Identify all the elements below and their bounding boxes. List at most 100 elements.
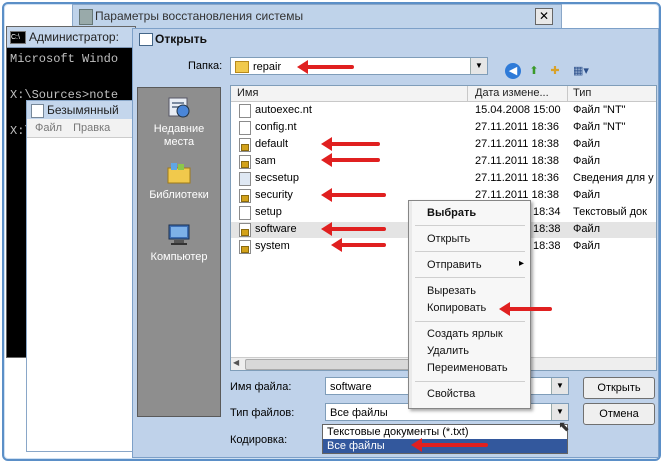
file-date: 27.11.2011 18:38 <box>475 155 560 167</box>
file-type: Файл <box>573 189 601 201</box>
locked-file-icon <box>239 138 251 152</box>
place-computer[interactable]: Компьютер <box>138 222 220 264</box>
file-name: setup <box>255 206 282 218</box>
locked-file-icon <box>239 240 251 254</box>
open-button[interactable]: Открыть <box>583 377 655 399</box>
notepad-menubar[interactable]: Файл Правка <box>27 119 135 138</box>
menu-item-delete[interactable]: Удалить <box>427 345 469 357</box>
menu-item-select[interactable]: Выбрать <box>427 207 476 219</box>
system-restore-title: Параметры восстановления системы <box>95 9 304 23</box>
menu-separator <box>415 277 525 278</box>
view-menu-icon[interactable]: ▦▾ <box>569 63 593 79</box>
menu-item-cut[interactable]: Вырезать <box>427 285 476 297</box>
scrollbar-thumb[interactable] <box>245 359 417 370</box>
file-list-header: Имя Дата измене... Тип <box>231 86 656 102</box>
locked-file-icon <box>239 223 251 237</box>
filetype-dropdown-list[interactable]: Текстовые документы (*.txt) Все файлы <box>322 424 568 454</box>
filename-label: Имя файла: <box>230 381 292 393</box>
menu-item-create-shortcut[interactable]: Создать ярлык <box>427 328 503 340</box>
column-type[interactable]: Тип <box>573 87 591 99</box>
file-type: Файл <box>573 155 601 167</box>
up-folder-icon[interactable]: ⬆ <box>526 63 542 79</box>
menu-separator <box>415 381 525 382</box>
menu-gutter <box>409 201 412 408</box>
menu-item-copy[interactable]: Копировать <box>427 302 486 314</box>
settings-file-icon <box>239 172 251 186</box>
folder-value: repair <box>253 61 282 73</box>
file-row[interactable]: config.nt 27.11.2011 18:36 Файл "NT" <box>231 120 656 136</box>
annotation-arrow <box>321 188 386 202</box>
place-recent[interactable]: Недавние места <box>138 94 220 149</box>
menu-separator <box>415 225 525 226</box>
file-date: 27.11.2011 18:36 <box>475 172 560 184</box>
notepad-icon <box>31 104 44 118</box>
context-menu: Выбрать Открыть Отправить ▸ Вырезать Коп… <box>408 200 531 409</box>
menu-item-rename[interactable]: Переименовать <box>427 362 508 374</box>
file-type: Текстовый док <box>573 206 647 218</box>
close-icon[interactable]: ✕ <box>535 8 553 25</box>
column-divider <box>467 86 468 101</box>
file-name: secsetup <box>255 172 300 184</box>
system-restore-icon <box>79 9 93 25</box>
encoding-label: Кодировка: <box>230 434 288 446</box>
file-icon <box>239 121 251 135</box>
column-date[interactable]: Дата измене... <box>475 87 549 99</box>
place-libraries-label: Библиотеки <box>149 189 209 201</box>
open-dialog-icon <box>139 33 153 46</box>
place-libraries[interactable]: Библиотеки <box>138 160 220 202</box>
menu-separator <box>415 321 525 322</box>
recent-places-icon <box>168 97 190 118</box>
locked-file-icon <box>239 155 251 169</box>
file-row[interactable]: autoexec.nt 15.04.2008 15:00 Файл "NT" <box>231 103 656 119</box>
chevron-down-icon[interactable]: ▼ <box>551 378 568 394</box>
file-date: 18:38 <box>533 223 561 235</box>
filetype-option[interactable]: Текстовые документы (*.txt) <box>323 425 567 439</box>
locked-file-icon <box>239 189 251 203</box>
open-dialog: Открыть Папка: repair ▼ ◀ ⬆ ✚ ▦▾ Недавни… <box>132 28 659 458</box>
file-row[interactable]: sam 27.11.2011 18:38 Файл <box>231 154 656 170</box>
file-name: software <box>255 223 297 235</box>
file-icon <box>239 104 251 118</box>
column-name[interactable]: Имя <box>237 87 258 99</box>
file-date: 27.11.2011 18:38 <box>475 138 560 150</box>
file-row[interactable]: default 27.11.2011 18:38 Файл <box>231 137 656 153</box>
annotation-arrow <box>411 438 488 452</box>
file-type: Файл <box>573 138 601 150</box>
folder-combo[interactable]: repair ▼ <box>230 57 488 75</box>
console-titlebar: C:\ Администратор: <box>7 27 135 48</box>
back-icon[interactable]: ◀ <box>505 63 521 79</box>
open-dialog-titlebar: Открыть <box>133 29 658 49</box>
menu-item-properties[interactable]: Свойства <box>427 388 475 400</box>
annotation-arrow <box>321 222 386 236</box>
file-date: 18:38 <box>533 240 561 252</box>
file-row[interactable]: secsetup 27.11.2011 18:36 Сведения для у <box>231 171 656 187</box>
computer-icon <box>168 224 190 245</box>
places-bar: Недавние места Библиотеки Компьютер <box>137 87 221 417</box>
file-name: config.nt <box>255 121 297 133</box>
menu-item-open[interactable]: Открыть <box>427 233 470 245</box>
annotation-arrow <box>321 137 380 151</box>
place-computer-label: Компьютер <box>150 251 208 263</box>
annotation-arrow <box>331 238 386 252</box>
notepad-titlebar: Безымянный <box>27 101 135 119</box>
notepad-title: Безымянный <box>47 103 119 117</box>
file-type: Файл "NT" <box>573 121 626 133</box>
mouse-cursor-icon: ⬉ <box>558 418 570 434</box>
annotation-arrow <box>297 60 354 74</box>
file-name: system <box>255 240 290 252</box>
file-type: Файл "NT" <box>573 104 626 116</box>
place-recent-label: Недавние места <box>153 123 205 148</box>
filetype-label: Тип файлов: <box>230 407 295 419</box>
folder-icon <box>235 61 249 74</box>
scroll-left-icon[interactable]: ◀ <box>233 358 239 367</box>
open-dialog-title: Открыть <box>155 32 208 46</box>
new-folder-icon[interactable]: ✚ <box>547 63 563 79</box>
libraries-icon <box>167 163 191 184</box>
file-icon <box>239 206 251 220</box>
file-name: default <box>255 138 289 150</box>
cancel-button[interactable]: Отмена <box>583 403 655 425</box>
chevron-down-icon[interactable]: ▼ <box>470 58 487 74</box>
column-divider <box>567 86 568 101</box>
menu-item-send-to[interactable]: Отправить <box>427 259 482 271</box>
notepad-window: Безымянный Файл Правка <box>26 100 136 452</box>
